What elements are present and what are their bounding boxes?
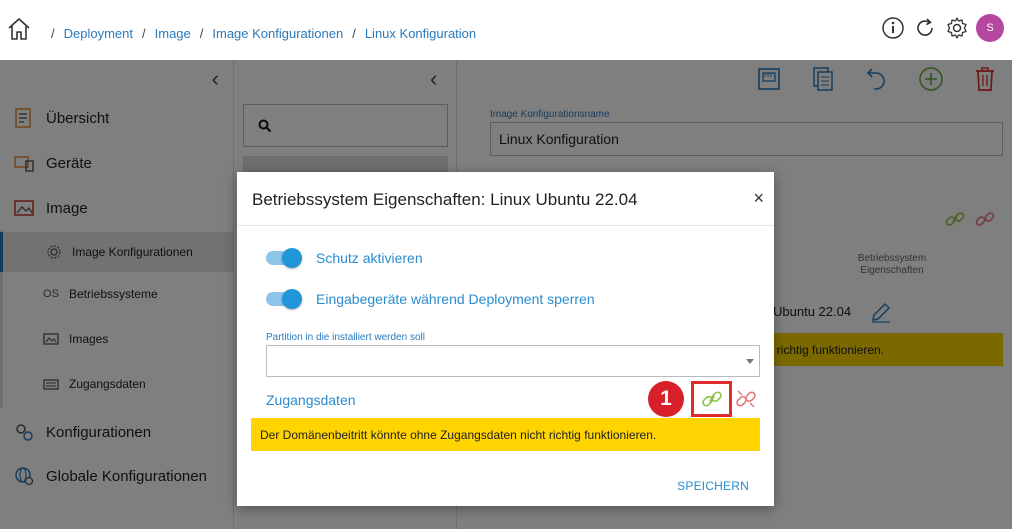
- breadcrumb-separator: /: [142, 26, 146, 41]
- save-button[interactable]: SPEICHERN: [677, 479, 749, 493]
- refresh-icon[interactable]: [912, 15, 938, 41]
- lock-input-toggle[interactable]: [266, 289, 302, 309]
- partition-select[interactable]: [266, 345, 760, 377]
- partition-label: Partition in die installiert werden soll: [266, 332, 425, 343]
- home-icon[interactable]: [6, 16, 32, 42]
- annotation-badge: 1: [648, 381, 684, 417]
- top-bar: / Deployment / Image / Image Konfigurati…: [0, 0, 1012, 60]
- os-properties-dialog: Betriebssystem Eigenschaften: Linux Ubun…: [237, 172, 774, 506]
- breadcrumb-separator: /: [199, 26, 204, 41]
- chevron-down-icon: [746, 359, 754, 364]
- lock-input-toggle-row[interactable]: Eingabegeräte während Deployment sperren: [266, 289, 595, 309]
- breadcrumb-linux-configuration[interactable]: Linux Konfiguration: [365, 26, 476, 41]
- link-icon: [701, 391, 722, 407]
- dialog-title: Betriebssystem Eigenschaften: Linux Ubun…: [252, 190, 638, 209]
- unlink-credentials-button[interactable]: [734, 387, 758, 411]
- avatar[interactable]: S: [976, 14, 1004, 42]
- link-credentials-button[interactable]: [691, 381, 732, 417]
- credentials-warning: Der Domänenbeitritt könnte ohne Zugangsd…: [251, 418, 760, 451]
- lock-input-toggle-label: Eingabegeräte während Deployment sperren: [316, 291, 595, 307]
- breadcrumb-separator: /: [352, 26, 356, 41]
- close-icon[interactable]: ×: [753, 188, 764, 209]
- protection-toggle-label: Schutz aktivieren: [316, 250, 423, 266]
- breadcrumb-image-configurations[interactable]: Image Konfigurationen: [212, 26, 343, 41]
- protection-toggle-row[interactable]: Schutz aktivieren: [266, 248, 423, 268]
- credentials-label[interactable]: Zugangsdaten: [266, 392, 356, 408]
- breadcrumb-separator: /: [51, 26, 55, 41]
- settings-icon[interactable]: [944, 15, 970, 41]
- breadcrumb-deployment[interactable]: Deployment: [64, 26, 133, 41]
- dialog-header: Betriebssystem Eigenschaften: Linux Ubun…: [237, 172, 774, 226]
- header-actions: S: [880, 14, 1004, 42]
- unlink-icon: [736, 390, 756, 408]
- breadcrumb: / Deployment / Image / Image Konfigurati…: [42, 26, 476, 41]
- protection-toggle[interactable]: [266, 248, 302, 268]
- breadcrumb-image[interactable]: Image: [155, 26, 191, 41]
- info-icon[interactable]: [880, 15, 906, 41]
